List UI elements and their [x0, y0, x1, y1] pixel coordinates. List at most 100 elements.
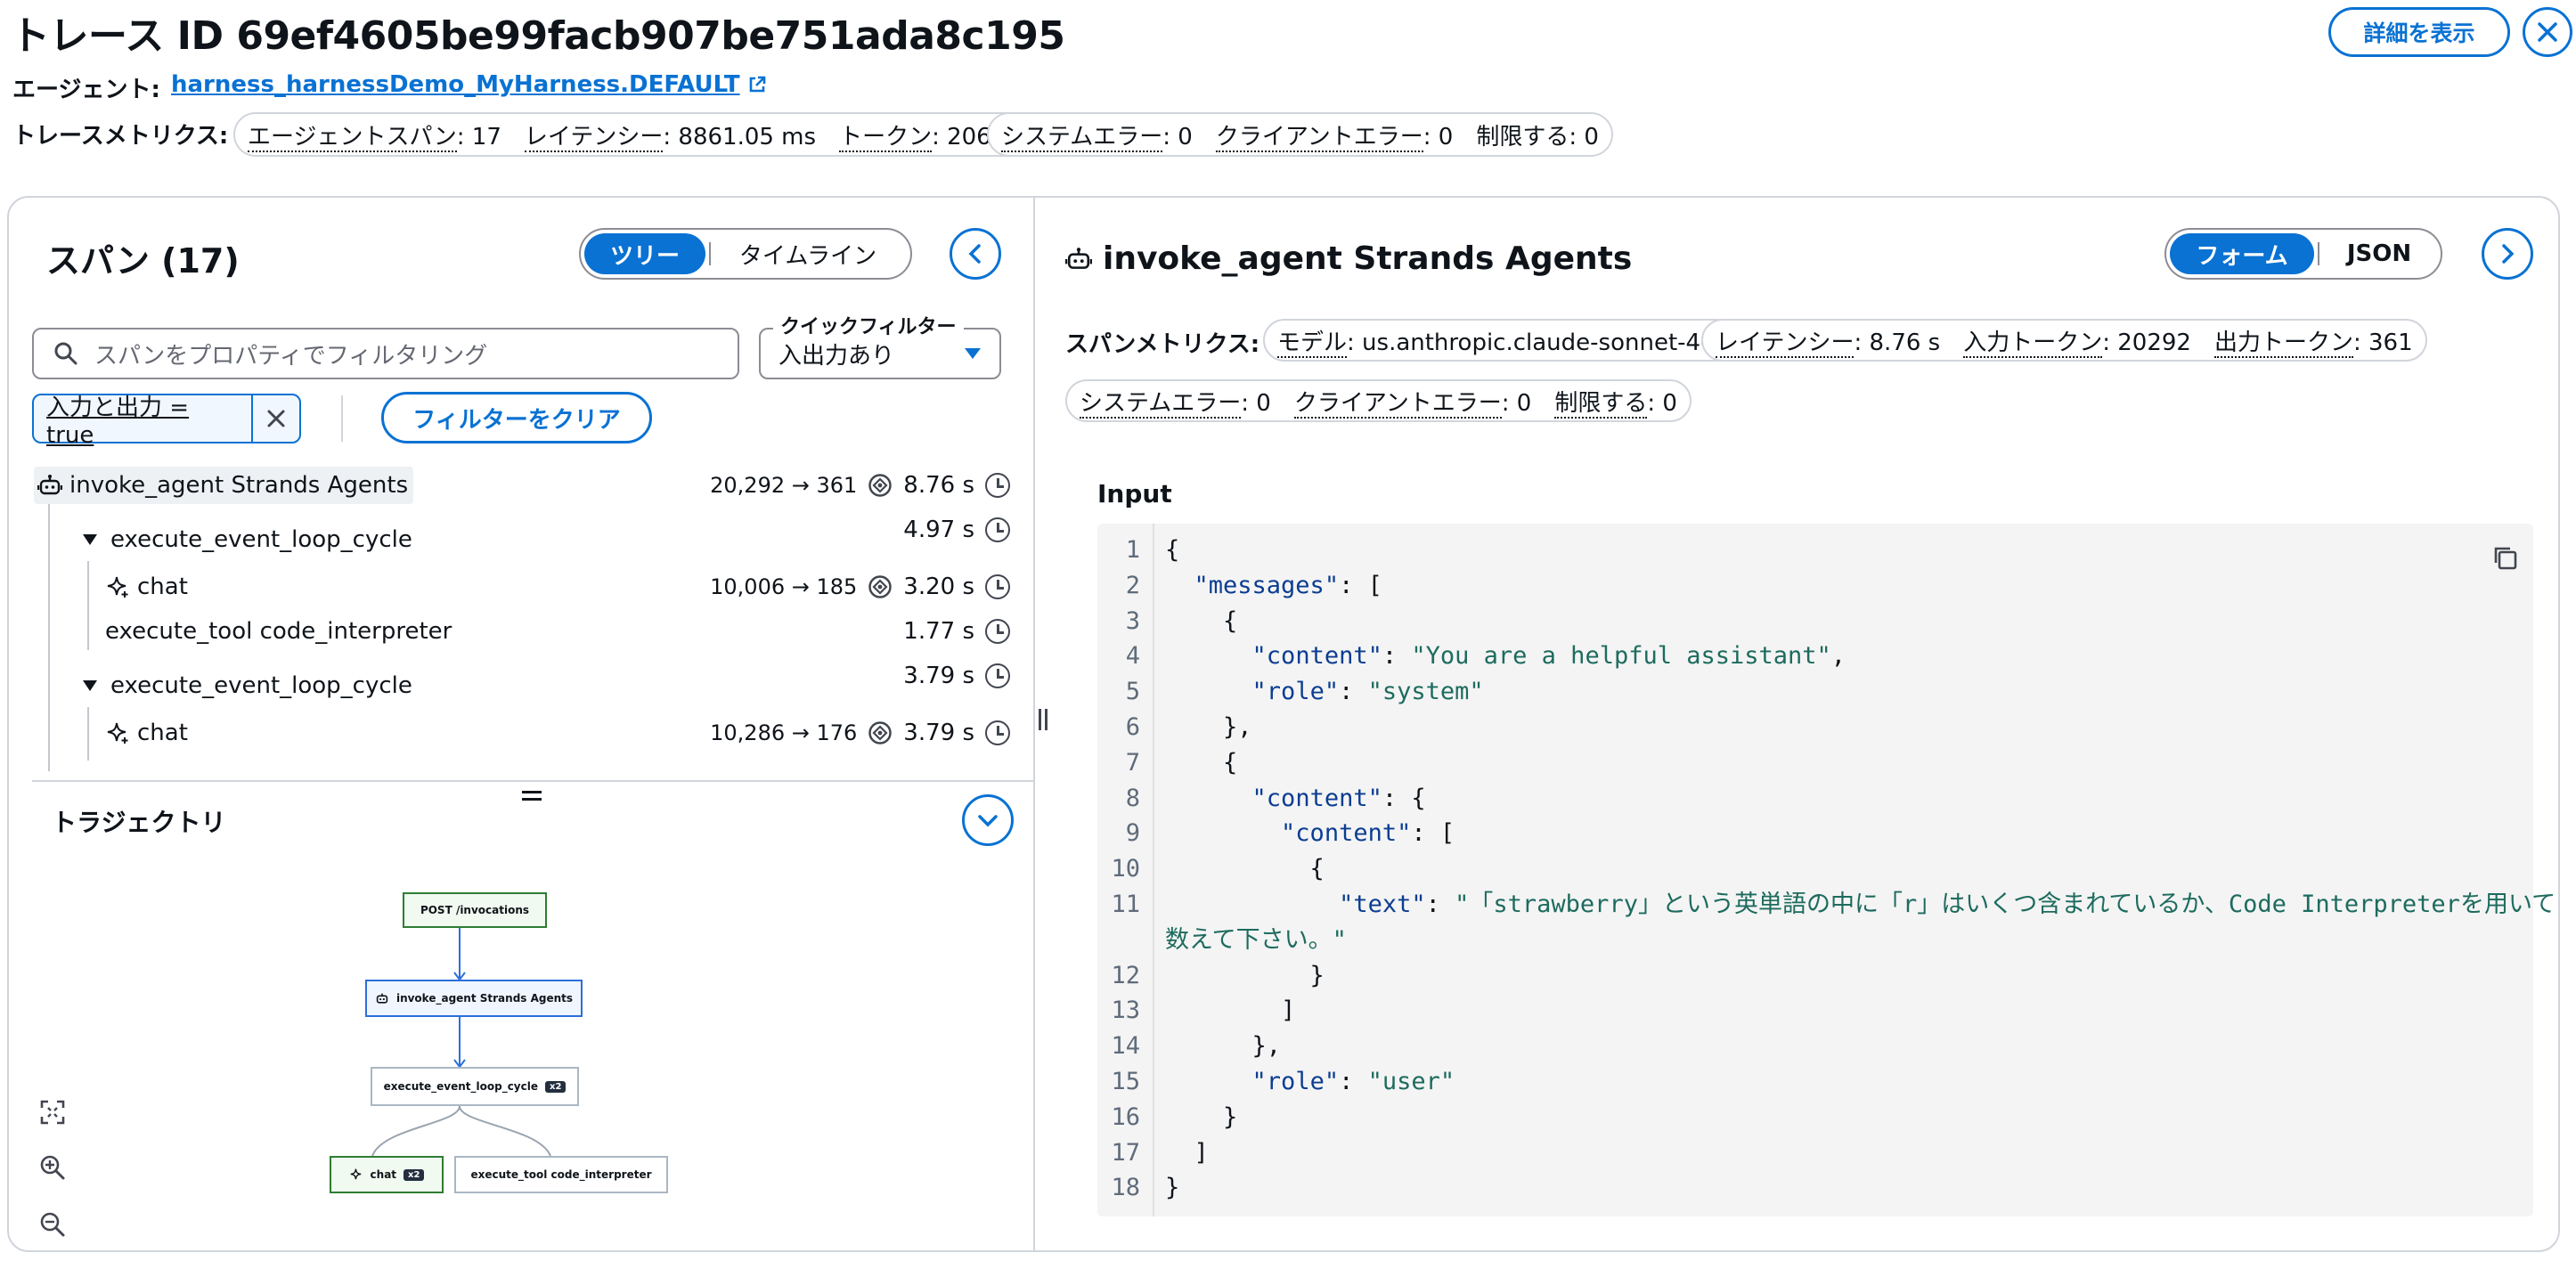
metric-input-tokens: 入力トークン: 20292 [1963, 329, 2191, 358]
code-line: 4 "content": "You are a helpful assistan… [1097, 639, 2531, 674]
metric-model: モデル: us.anthropic.claude-sonnet-4-6 [1277, 329, 1724, 358]
sparkle-icon [350, 1168, 361, 1180]
line-number: 7 [1125, 748, 1140, 777]
json-punct: : [1339, 678, 1368, 706]
input-section-title: Input [1097, 479, 1172, 508]
line-number: 15 [1111, 1067, 1140, 1095]
line-number: 12 [1111, 961, 1140, 989]
line-text: { [1165, 851, 1325, 887]
line-number: 5 [1125, 678, 1140, 706]
line-number: 11 [1111, 890, 1140, 918]
resize-handle[interactable] [1039, 709, 1051, 732]
copy-icon [2494, 547, 2517, 570]
json-string: "system" [1367, 678, 1484, 706]
copy-button[interactable] [2490, 543, 2521, 574]
flow-node-tool[interactable]: execute_tool code_interpreter [454, 1156, 668, 1193]
code-line: 14 }, [1097, 1029, 2531, 1064]
code-line: 15 "role": "user" [1097, 1064, 2531, 1100]
line-text: "content": "You are a helpful assistant"… [1165, 639, 1846, 674]
code-line: 8 "content": { [1097, 781, 2531, 817]
span-metrics-label: スパンメトリクス: [1065, 331, 1260, 358]
line-text: "role": "user" [1165, 1064, 1455, 1100]
robot-icon [376, 993, 388, 1004]
line-text: "content": { [1165, 781, 1426, 817]
code-line: 12 } [1097, 958, 2531, 994]
flow-node-event-loop[interactable]: execute_event_loop_cycle x2 [371, 1067, 579, 1106]
json-key: "text" [1339, 890, 1426, 918]
line-number: 16 [1111, 1102, 1140, 1131]
code-line: 17 ] [1097, 1135, 2531, 1171]
code-line: 10 { [1097, 851, 2531, 887]
line-text: } [1165, 1100, 1237, 1135]
metric-client-errors: クライアントエラー: 0 [1215, 123, 1454, 152]
metric-output-tokens: 出力トークン: 361 [2213, 329, 2413, 358]
line-number: 2 [1125, 571, 1140, 599]
json-string: 数えて下さい。" [1165, 925, 1347, 954]
json-key: "role" [1251, 1067, 1340, 1095]
span-title: invoke_agent Strands Agents [1103, 240, 1633, 277]
json-punct: { [1165, 748, 1238, 777]
flow-node-post[interactable]: POST /invocations [403, 892, 547, 928]
line-text: }, [1165, 1029, 1282, 1064]
json-key: "role" [1251, 678, 1340, 706]
json-punct: ] [1165, 997, 1296, 1025]
line-text: ] [1165, 1135, 1209, 1171]
detail-view-toggle: フォーム JSON [2164, 228, 2442, 280]
json-key: "content" [1251, 642, 1382, 671]
code-line: 2 "messages": [ [1097, 568, 2531, 604]
line-number: 13 [1111, 997, 1140, 1025]
span-metrics-group-1: モデル: us.anthropic.claude-sonnet-4-6 [1263, 319, 1738, 362]
code-line: 数えて下さい。" [1097, 923, 2531, 958]
metric-system-errors: システムエラー: 0 [1080, 389, 1271, 419]
json-punct: : [1425, 890, 1455, 918]
zoom-in-button[interactable] [39, 1154, 69, 1184]
tab-json[interactable]: JSON [2323, 233, 2435, 274]
code-line: 18} [1097, 1170, 2531, 1206]
line-number: 10 [1111, 855, 1140, 883]
line-number: 4 [1125, 642, 1140, 671]
line-text: }, [1165, 710, 1252, 745]
json-punct: : [1382, 642, 1412, 671]
json-punct: ] [1165, 1138, 1209, 1167]
line-text: ] [1165, 993, 1295, 1029]
flow-node-chat[interactable]: chat x2 [330, 1156, 444, 1193]
json-punct: }, [1165, 1032, 1282, 1061]
tab-form[interactable]: フォーム [2170, 233, 2314, 274]
json-punct: } [1165, 1174, 1180, 1202]
json-punct [1165, 642, 1252, 670]
code-line: 1{ [1097, 533, 2531, 568]
json-string: "「strawberry」という英単語の中に「r」はいくつ含まれているか、Cod… [1455, 890, 2556, 918]
collapse-right-button[interactable] [2482, 228, 2533, 280]
fit-view-icon [40, 1100, 65, 1125]
close-button[interactable] [2523, 7, 2572, 57]
line-number: 14 [1111, 1032, 1140, 1061]
json-punct: { [1165, 855, 1325, 883]
line-number: 8 [1125, 784, 1140, 812]
line-text: "role": "system" [1165, 674, 1484, 710]
code-line: 7 { [1097, 745, 2531, 781]
code-line: 11 "text": "「strawberry」という英単語の中に「r」はいくつ… [1097, 887, 2556, 923]
fit-view-button[interactable] [39, 1099, 69, 1129]
line-number: 9 [1125, 819, 1140, 848]
metric-throttles: 制限する: 0 [1476, 123, 1599, 151]
json-key: "messages" [1194, 571, 1340, 599]
view-details-button[interactable]: 詳細を表示 [2328, 7, 2510, 57]
json-punct: : [1339, 1067, 1368, 1095]
close-icon [2538, 22, 2557, 42]
line-text: 数えて下さい。" [1165, 923, 1347, 958]
json-punct: : { [1382, 784, 1426, 812]
line-number: 1 [1125, 536, 1140, 564]
line-number: 3 [1125, 606, 1140, 635]
zoom-out-button[interactable] [39, 1211, 69, 1241]
line-text: { [1165, 745, 1237, 781]
flow-node-agent[interactable]: invoke_agent Strands Agents [365, 980, 583, 1017]
json-punct: : [ [1339, 571, 1382, 599]
json-punct: : [ [1411, 819, 1455, 848]
metric-throttles: 制限する: 0 [1554, 389, 1677, 419]
input-code-block: 1{2 "messages": [3 {4 "content": "You ar… [1097, 524, 2556, 1216]
trace-metrics-group-2: システムエラー: 0 クライアントエラー: 0 制限する: 0 [987, 112, 1613, 157]
panel-divider [1033, 198, 1035, 1250]
count-badge: x2 [404, 1168, 425, 1181]
output-section-title-clipped [1097, 1243, 1151, 1261]
span-detail-header: invoke_agent Strands Agents [1065, 240, 1632, 277]
